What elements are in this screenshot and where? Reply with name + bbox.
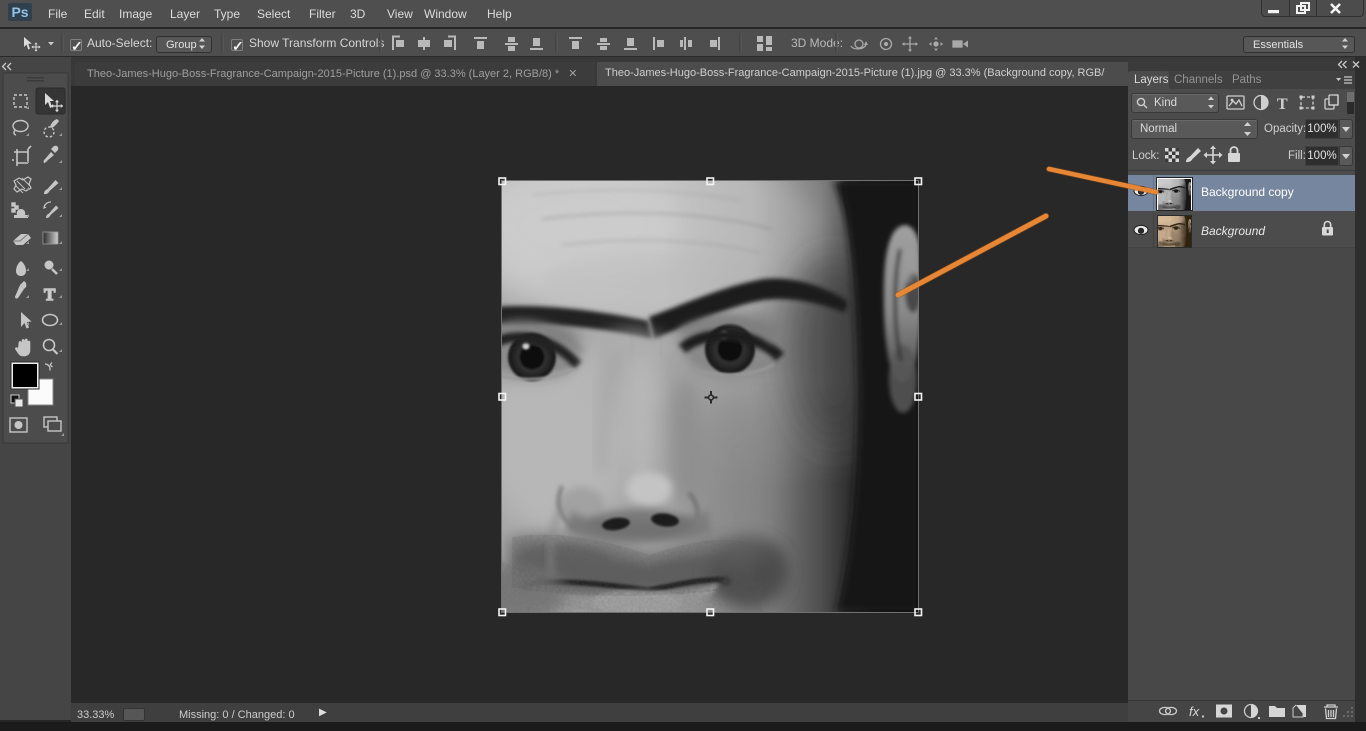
svg-text:fx: fx <box>1189 704 1200 719</box>
svg-text:T: T <box>44 285 56 304</box>
svg-text:T: T <box>1277 96 1288 113</box>
